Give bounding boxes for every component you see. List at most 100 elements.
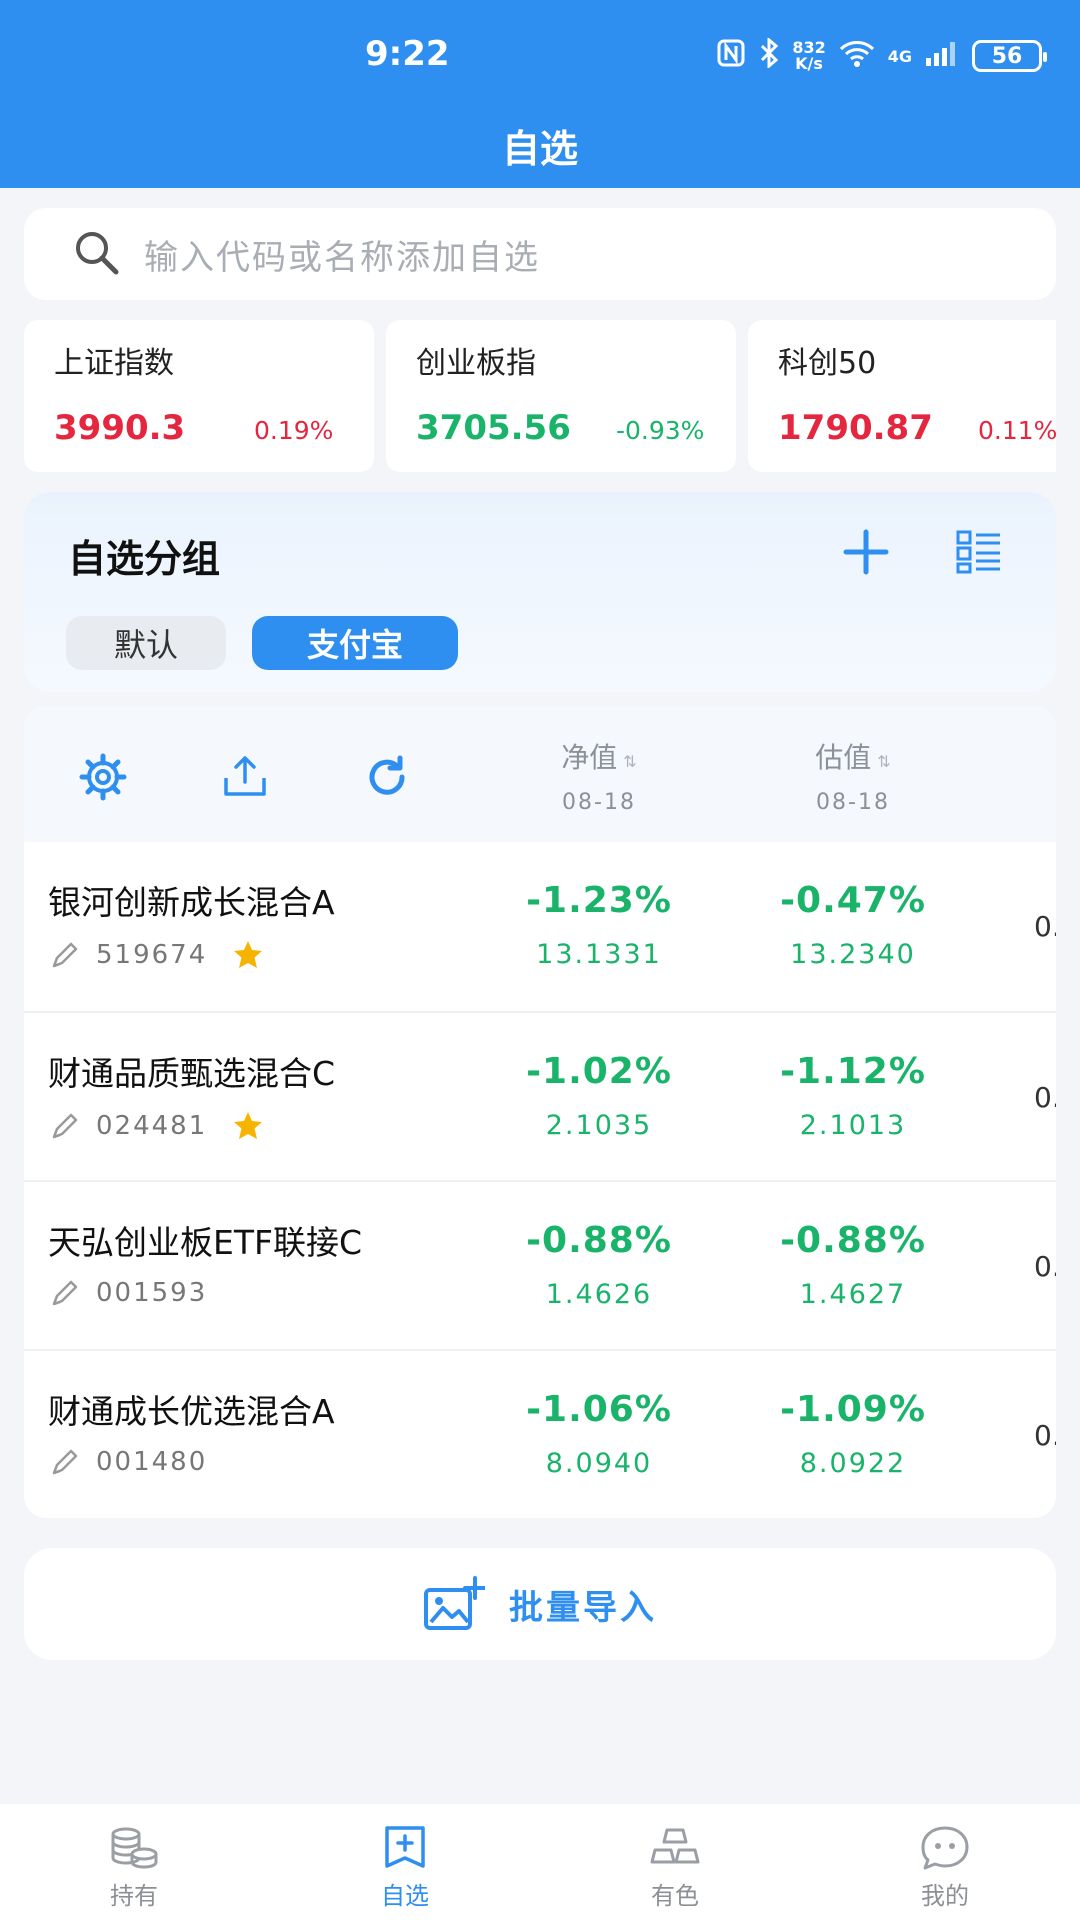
index-value: 1790.87	[778, 408, 933, 448]
pencil-icon[interactable]	[50, 1447, 80, 1477]
top-bar: 9:22 832 K/s 4G 56 自选	[0, 0, 1080, 188]
signal-icon	[924, 38, 960, 74]
pencil-icon[interactable]	[50, 1111, 80, 1141]
tab-label: 持有	[110, 1882, 158, 1910]
refresh-icon[interactable]	[362, 752, 412, 802]
index-card-sse[interactable]: 上证指数 3990.3 0.19%	[24, 320, 374, 472]
group-chip-alipay[interactable]: 支付宝	[252, 616, 458, 670]
column-nav-date: 08-18	[562, 790, 636, 815]
column-nav-header[interactable]: 净值 ⇅ 08-18	[519, 736, 679, 815]
fund-table: 净值 ⇅ 08-18 估值 ⇅ 08-18 银河创新成长混合A 519674 -1.…	[24, 706, 1056, 1518]
sort-icon: ⇅	[877, 752, 891, 771]
group-title: 自选分组	[68, 537, 221, 581]
wifi-icon	[838, 38, 876, 74]
pencil-icon[interactable]	[50, 1278, 80, 1308]
search-placeholder: 输入代码或名称添加自选	[144, 237, 540, 278]
column-estimate-header[interactable]: 估值 ⇅ 08-18	[773, 736, 933, 815]
index-card-chinext[interactable]: 创业板指 3705.56 -0.93%	[386, 320, 736, 472]
star-icon[interactable]	[231, 938, 265, 972]
group-card: 自选分组 默认 支付宝	[24, 492, 1056, 692]
fund-name: 财通成长优选混合A	[48, 1392, 335, 1431]
fund-code: 024481	[96, 1111, 208, 1141]
fund-name: 财通品质甄选混合C	[48, 1054, 336, 1093]
tab-metals[interactable]: 有色	[585, 1824, 765, 1911]
index-name: 创业板指	[416, 346, 536, 381]
tab-label: 有色	[651, 1882, 699, 1910]
fund-name: 银河创新成长混合A	[48, 883, 335, 922]
add-bookmark-icon	[385, 1826, 425, 1868]
estimate-change: -1.09%	[780, 1389, 926, 1430]
gold-bars-icon	[650, 1828, 700, 1864]
tab-holdings[interactable]: 持有	[44, 1824, 224, 1911]
coins-icon	[111, 1827, 158, 1869]
gear-icon[interactable]	[78, 752, 128, 802]
index-value: 3990.3	[54, 408, 186, 448]
overflow-value: 0.	[1034, 910, 1056, 943]
fund-code: 519674	[96, 940, 208, 970]
index-card-star50[interactable]: 科创50 1790.87 0.11%	[748, 320, 1056, 472]
tab-profile[interactable]: 我的	[855, 1824, 1035, 1911]
nav-value: 2.1035	[545, 1110, 653, 1141]
overflow-value: 0.	[1034, 1250, 1056, 1283]
estimate-value: 1.4627	[799, 1279, 907, 1310]
status-icons: 832 K/s 4G 56	[716, 36, 1047, 74]
estimate-value: 13.2340	[790, 939, 916, 970]
bottom-tab-bar: 持有 自选 有色 我的	[0, 1804, 1080, 1920]
network-speed: 832 K/s	[792, 40, 825, 72]
index-change: -0.93%	[616, 416, 705, 445]
signal-label: 4G	[887, 46, 912, 66]
list-manage-icon[interactable]	[954, 526, 1004, 576]
image-add-icon	[424, 1576, 485, 1630]
nav-value: 13.1331	[536, 939, 662, 970]
nav-value: 8.0940	[545, 1448, 653, 1479]
search-icon	[76, 232, 119, 275]
estimate-value: 2.1013	[799, 1110, 907, 1141]
estimate-change: -0.47%	[780, 880, 926, 921]
estimate-change: -1.12%	[780, 1051, 926, 1092]
table-row[interactable]: 财通品质甄选混合C 024481 -1.02% 2.1035 -1.12% 2.…	[24, 1011, 1056, 1180]
overflow-value: 0.	[1034, 1419, 1056, 1452]
nav-change: -1.23%	[526, 880, 672, 921]
battery-icon: 56	[972, 40, 1047, 72]
column-estimate-title: 估值	[815, 741, 872, 774]
fund-code: 001593	[96, 1278, 208, 1308]
table-row[interactable]: 银河创新成长混合A 519674 -1.23% 13.1331 -0.47% 1…	[24, 842, 1056, 1011]
batch-import-button[interactable]: 批量导入	[24, 1548, 1056, 1660]
search-input[interactable]: 输入代码或名称添加自选	[24, 208, 1056, 300]
nav-change: -1.02%	[526, 1051, 672, 1092]
group-chip-default[interactable]: 默认	[66, 616, 226, 670]
fund-table-header: 净值 ⇅ 08-18 估值 ⇅ 08-18	[24, 706, 1056, 842]
index-name: 科创50	[778, 346, 877, 381]
sort-icon: ⇅	[623, 752, 637, 771]
star-icon[interactable]	[231, 1109, 265, 1143]
add-group-icon[interactable]	[836, 522, 896, 582]
share-upload-icon[interactable]	[220, 752, 270, 802]
fund-name: 天弘创业板ETF联接C	[48, 1223, 363, 1262]
column-estimate-date: 08-18	[816, 790, 890, 815]
estimate-change: -0.88%	[780, 1220, 926, 1261]
overflow-value: 0.	[1034, 1081, 1056, 1114]
index-strip[interactable]: 上证指数 3990.3 0.19% 创业板指 3705.56 -0.93% 科创…	[24, 320, 1056, 472]
table-row[interactable]: 天弘创业板ETF联接C 001593 -0.88% 1.4626 -0.88% …	[24, 1180, 1056, 1349]
nav-value: 1.4626	[545, 1279, 653, 1310]
page-title: 自选	[501, 127, 578, 171]
index-name: 上证指数	[54, 346, 174, 381]
index-value: 3705.56	[416, 408, 571, 448]
column-nav-title: 净值	[561, 741, 618, 774]
index-change: 0.19%	[254, 416, 334, 445]
table-row[interactable]: 财通成长优选混合A 001480 -1.06% 8.0940 -1.09% 8.…	[24, 1349, 1056, 1518]
nav-change: -0.88%	[526, 1220, 672, 1261]
tab-label: 我的	[921, 1882, 969, 1910]
index-change: 0.11%	[978, 416, 1056, 445]
nfc-icon	[716, 38, 746, 74]
nav-change: -1.06%	[526, 1389, 672, 1430]
chat-face-icon	[921, 1826, 969, 1870]
speed-unit: K/s	[795, 54, 823, 73]
tab-watchlist[interactable]: 自选	[315, 1824, 495, 1911]
estimate-value: 8.0922	[799, 1448, 907, 1479]
fund-code: 001480	[96, 1447, 208, 1477]
batch-import-label: 批量导入	[509, 1587, 657, 1628]
status-time: 9:22	[365, 34, 450, 74]
pencil-icon[interactable]	[50, 940, 80, 970]
tab-label: 自选	[381, 1882, 429, 1910]
